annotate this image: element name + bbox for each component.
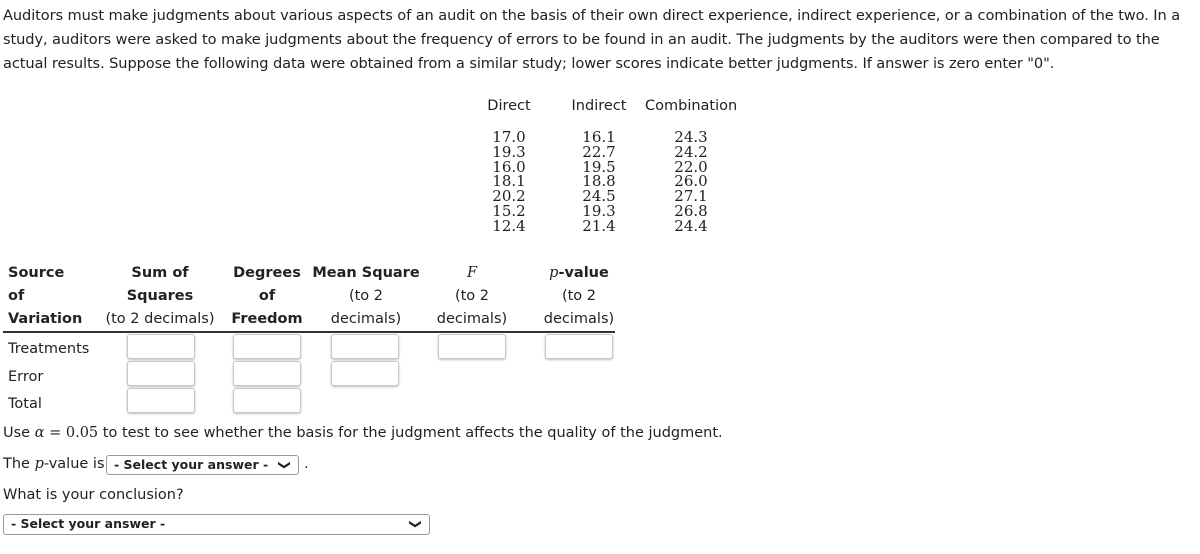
p-symbol: p bbox=[34, 456, 44, 472]
row-label-treatments: Treatments bbox=[8, 341, 90, 357]
column-header: Indirect bbox=[571, 98, 627, 114]
header-line: Sum of bbox=[131, 265, 189, 281]
header-degrees-of-freedom: Degrees of Freedom bbox=[228, 262, 306, 331]
chevron-down-icon: ❯ bbox=[408, 518, 423, 530]
text: Use bbox=[3, 425, 35, 441]
header-line: Variation bbox=[8, 311, 83, 327]
alpha-instruction: Use α = 0.05 to test to see whether the … bbox=[3, 425, 723, 441]
header-line: Mean Square bbox=[312, 265, 420, 281]
equals: = bbox=[44, 425, 66, 441]
conclusion-select[interactable]: - Select your answer - ❯ bbox=[3, 514, 430, 535]
header-line: of bbox=[8, 288, 25, 304]
chevron-down-icon: ❯ bbox=[277, 459, 292, 471]
treatments-p-value-input[interactable] bbox=[545, 334, 613, 359]
header-line: Degrees bbox=[233, 265, 301, 281]
select-value: - Select your answer - bbox=[114, 457, 269, 472]
treatments-ss-input[interactable] bbox=[127, 334, 195, 359]
header-sum-of-squares: Sum of Squares (to 2 decimals) bbox=[104, 262, 216, 331]
header-f: F (to 2 decimals) bbox=[434, 262, 510, 331]
header-line: decimals) bbox=[543, 311, 615, 327]
header-divider bbox=[3, 331, 615, 333]
data-value: 21.4 bbox=[582, 216, 616, 235]
error-ms-input[interactable] bbox=[331, 361, 399, 386]
header-line: decimals) bbox=[330, 311, 402, 327]
header-source: Source of Variation bbox=[8, 262, 82, 331]
text: The bbox=[3, 456, 35, 472]
column-header: Direct bbox=[487, 98, 531, 114]
header-line: decimals) bbox=[436, 311, 508, 327]
header-line: (to 2 decimals) bbox=[105, 311, 215, 327]
p-value-select[interactable]: - Select your answer - ❯ bbox=[106, 455, 299, 475]
row-label-error: Error bbox=[8, 369, 44, 385]
header-line: Squares bbox=[126, 288, 194, 304]
column-direct: Direct 17.0 19.3 16.0 18.1 20.2 15.2 12.… bbox=[478, 98, 540, 234]
header-line: (to 2 bbox=[348, 288, 384, 304]
column-header: Combination bbox=[645, 98, 738, 114]
column-values: 24.3 24.2 22.0 26.0 27.1 26.8 24.4 bbox=[645, 130, 737, 234]
conclusion-question: What is your conclusion? bbox=[3, 487, 184, 503]
error-ss-input[interactable] bbox=[127, 361, 195, 386]
p-value-label: The p-value is bbox=[3, 456, 105, 472]
header-value: -value bbox=[558, 265, 609, 281]
text: -value is bbox=[43, 456, 105, 472]
data-value: 24.4 bbox=[674, 216, 708, 235]
row-label-total: Total bbox=[8, 396, 42, 412]
header-line: (to 2 bbox=[561, 288, 597, 304]
header-line: Source bbox=[8, 265, 65, 281]
header-line: (to 2 bbox=[454, 288, 490, 304]
treatments-f-input[interactable] bbox=[438, 334, 506, 359]
column-values: 17.0 19.3 16.0 18.1 20.2 15.2 12.4 bbox=[478, 130, 540, 234]
text: to test to see whether the basis for the… bbox=[98, 425, 723, 441]
column-indirect: Indirect 16.1 22.7 19.5 18.8 24.5 19.3 2… bbox=[567, 98, 631, 234]
alpha-symbol: α bbox=[34, 425, 45, 441]
header-p-value: p-value (to 2 decimals) bbox=[540, 262, 618, 331]
alpha-value: 0.05 bbox=[65, 425, 99, 441]
data-value: 12.4 bbox=[492, 216, 526, 235]
header-line: of bbox=[258, 288, 276, 304]
treatments-ms-input[interactable] bbox=[331, 334, 399, 359]
treatments-df-input[interactable] bbox=[233, 334, 301, 359]
column-combination: Combination 24.3 24.2 22.0 26.0 27.1 26.… bbox=[645, 98, 737, 234]
column-values: 16.1 22.7 19.5 18.8 24.5 19.3 21.4 bbox=[567, 130, 631, 234]
header-mean-square: Mean Square (to 2 decimals) bbox=[312, 262, 420, 331]
total-df-input[interactable] bbox=[233, 388, 301, 413]
header-line: F bbox=[466, 265, 478, 281]
error-df-input[interactable] bbox=[233, 361, 301, 386]
select-value: - Select your answer - bbox=[11, 516, 166, 531]
total-ss-input[interactable] bbox=[127, 388, 195, 413]
period: . bbox=[304, 456, 309, 472]
header-line: Freedom bbox=[231, 311, 303, 327]
problem-statement: Auditors must make judgments about vario… bbox=[3, 7, 1181, 72]
